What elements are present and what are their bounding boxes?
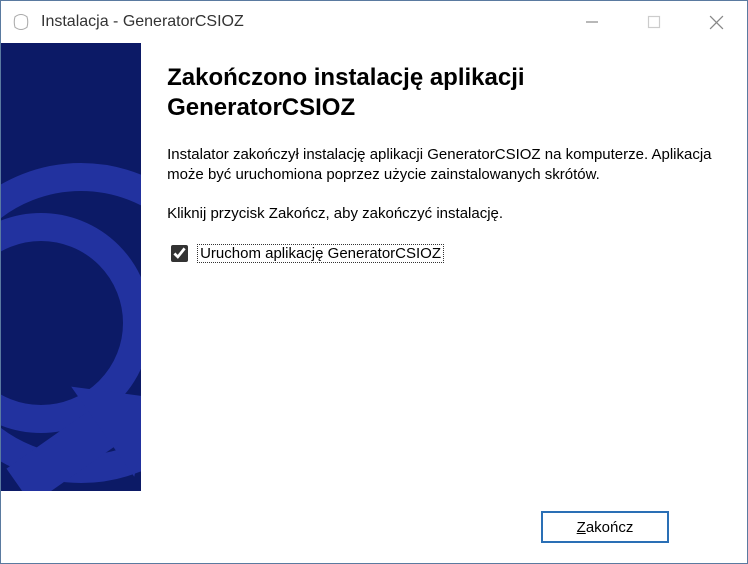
installer-window: Instalacja - GeneratorCSIOZ [0,0,748,564]
main-area: Zakończono instalację aplikacji Generato… [1,43,747,491]
close-button[interactable] [685,1,747,43]
launch-app-checkbox[interactable] [171,245,188,262]
footer: Zakończ [1,491,747,563]
minimize-button[interactable] [561,1,623,43]
content-panel: Zakończono instalację aplikacji Generato… [141,43,747,491]
launch-checkbox-row: Uruchom aplikację GeneratorCSIOZ [167,242,717,265]
window-title: Instalacja - GeneratorCSIOZ [41,13,244,31]
wizard-sidebar [1,43,141,491]
window-controls [561,1,747,43]
finish-button-rest: akończ [586,519,634,536]
titlebar: Instalacja - GeneratorCSIOZ [1,1,747,43]
window-body: Zakończono instalację aplikacji Generato… [1,43,747,563]
intro-paragraph: Instalator zakończył instalację aplikacj… [167,145,717,186]
page-heading: Zakończono instalację aplikacji Generato… [167,63,717,123]
maximize-button [623,1,685,43]
launch-app-checkbox-label[interactable]: Uruchom aplikację GeneratorCSIOZ [197,244,444,263]
finish-button-accel: Z [577,519,586,536]
app-icon [11,12,31,32]
finish-button[interactable]: Zakończ [541,511,669,543]
instruction-paragraph: Kliknij przycisk Zakończ, aby zakończyć … [167,204,717,224]
